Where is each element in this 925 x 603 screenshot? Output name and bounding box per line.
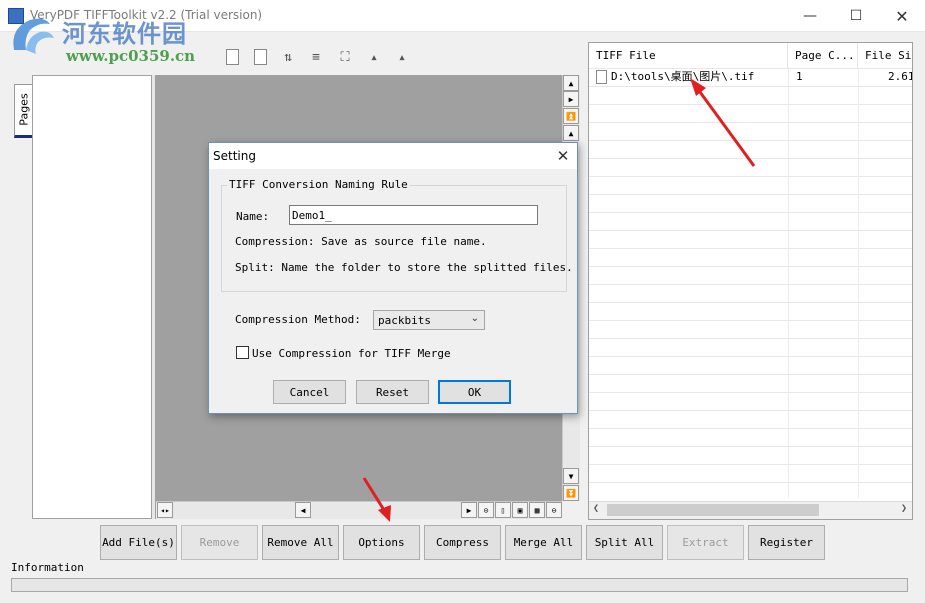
page-fit-icon[interactable]: ▯ — [495, 502, 511, 518]
page-icon[interactable] — [222, 46, 242, 68]
compress-button[interactable]: Compress — [424, 525, 501, 560]
extract-button[interactable]: Extract — [667, 525, 744, 560]
arrow-right-icon[interactable]: ▶ — [563, 91, 579, 107]
flip-icon[interactable]: ⇅ — [278, 46, 298, 68]
merge-all-button[interactable]: Merge All — [505, 525, 582, 560]
zoom-icon[interactable]: ⊙ — [478, 502, 494, 518]
pan-icon[interactable]: ◂▸ — [157, 502, 173, 518]
dialog-title-bar — [209, 143, 577, 169]
watermark-title: 河东软件园 — [62, 20, 187, 48]
arrow-up-icon[interactable]: ▲ — [563, 75, 579, 91]
arrow-bottom-icon[interactable]: ⏬ — [563, 485, 579, 501]
merge-compression-label[interactable]: Use Compression for TIFF Merge — [252, 347, 451, 360]
compression-method-value: packbits — [378, 313, 431, 327]
maximize-button[interactable]: ☐ — [833, 0, 879, 32]
setting-dialog: Setting ✕ TIFF Conversion Naming Rule Na… — [208, 142, 578, 414]
scroll-right-icon[interactable]: ❯ — [901, 503, 907, 514]
add-files-button[interactable]: Add File(s) — [100, 525, 177, 560]
thumbnail-panel[interactable] — [32, 75, 152, 519]
compression-note: Compression: Save as source file name. — [235, 235, 487, 248]
scroll-left-icon[interactable]: ❮ — [593, 503, 599, 514]
register-button[interactable]: Register — [748, 525, 825, 560]
cancel-button[interactable]: Cancel — [273, 380, 346, 404]
pages-tab[interactable]: Pages — [14, 84, 32, 138]
name-label: Name: — [236, 210, 270, 223]
split-note: Split: Name the folder to store the spli… — [235, 261, 573, 274]
file-size-cell: 2.61 — [888, 70, 913, 83]
zoom-out-icon[interactable]: ⊖ — [546, 502, 562, 518]
arrow-right-icon[interactable]: ▶ — [461, 502, 477, 518]
arrow-up-icon[interactable]: ▲ — [563, 125, 579, 141]
file-icon — [596, 70, 607, 84]
actual-size-icon[interactable]: ▩ — [529, 502, 545, 518]
compression-method-label: Compression Method: — [235, 313, 361, 326]
dialog-close-button[interactable]: ✕ — [549, 143, 577, 169]
dialog-title: Setting — [213, 149, 256, 163]
information-bar — [11, 578, 908, 592]
file-path-cell[interactable]: D:\tools\桌面\图片\.tif — [611, 68, 754, 86]
file-list[interactable]: TIFF File Page C... File Siz D:\tools\桌面… — [588, 42, 913, 520]
up-icon[interactable]: ▴ — [364, 46, 384, 68]
arrow-left-icon[interactable]: ◀ — [295, 502, 311, 518]
watermark-logo — [13, 18, 54, 54]
up-icon[interactable]: ▴ — [392, 46, 412, 68]
column-header-tiff-file[interactable]: TIFF File — [589, 43, 788, 68]
ok-button[interactable]: OK — [438, 380, 511, 404]
split-all-button[interactable]: Split All — [586, 525, 663, 560]
page-width-icon[interactable]: ▣ — [512, 502, 528, 518]
watermark-url: www.pc0359.cn — [66, 47, 196, 65]
remove-all-button[interactable]: Remove All — [262, 525, 339, 560]
rotate-icon[interactable]: ≡ — [306, 46, 326, 68]
arrow-down-icon[interactable]: ▼ — [563, 468, 579, 484]
page-count-cell: 1 — [796, 70, 803, 83]
fit-icon[interactable]: ⛶ — [335, 46, 355, 68]
minimize-button[interactable]: — — [787, 0, 833, 32]
name-input[interactable] — [289, 205, 538, 225]
naming-rule-group-title: TIFF Conversion Naming Rule — [227, 178, 410, 191]
column-header-file-size[interactable]: File Siz — [858, 43, 912, 68]
options-button[interactable]: Options — [343, 525, 420, 560]
remove-button[interactable]: Remove — [181, 525, 258, 560]
reset-button[interactable]: Reset — [356, 380, 429, 404]
information-label: Information — [11, 561, 84, 574]
close-button[interactable]: ✕ — [879, 0, 925, 32]
page-icon[interactable] — [250, 46, 270, 68]
merge-compression-checkbox[interactable] — [236, 346, 249, 359]
scroll-thumb[interactable] — [607, 504, 819, 516]
arrow-top-icon[interactable]: ⏫ — [563, 108, 579, 124]
compression-method-select[interactable]: packbits ⌄ — [373, 310, 485, 330]
chevron-down-icon: ⌄ — [470, 313, 479, 324]
column-header-page-count[interactable]: Page C... — [788, 43, 858, 68]
pages-tab-label: Pages — [17, 93, 31, 126]
